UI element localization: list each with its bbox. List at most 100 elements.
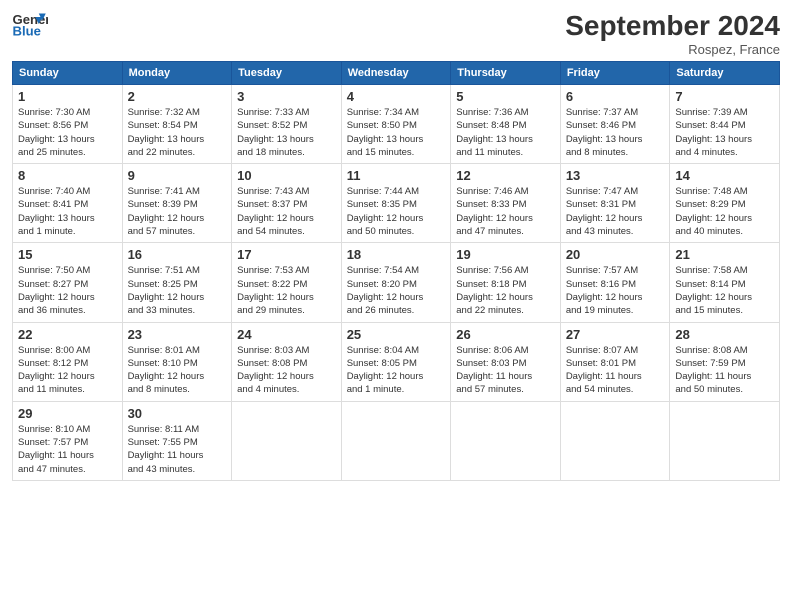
table-row: 23 Sunrise: 8:01 AM Sunset: 8:10 PM Dayl… [122, 322, 232, 401]
day-info: Sunrise: 7:57 AM Sunset: 8:16 PM Dayligh… [566, 264, 665, 317]
table-row: 12 Sunrise: 7:46 AM Sunset: 8:33 PM Dayl… [451, 164, 561, 243]
table-row: 22 Sunrise: 8:00 AM Sunset: 8:12 PM Dayl… [13, 322, 123, 401]
table-row: 10 Sunrise: 7:43 AM Sunset: 8:37 PM Dayl… [232, 164, 342, 243]
day-info: Sunrise: 7:58 AM Sunset: 8:14 PM Dayligh… [675, 264, 774, 317]
table-row: 21 Sunrise: 7:58 AM Sunset: 8:14 PM Dayl… [670, 243, 780, 322]
logo-icon: General Blue [12, 10, 48, 38]
day-number: 8 [18, 168, 117, 183]
col-wednesday: Wednesday [341, 62, 451, 85]
day-info: Sunrise: 8:04 AM Sunset: 8:05 PM Dayligh… [347, 344, 446, 397]
calendar-week-row: 8 Sunrise: 7:40 AM Sunset: 8:41 PM Dayli… [13, 164, 780, 243]
table-row: 19 Sunrise: 7:56 AM Sunset: 8:18 PM Dayl… [451, 243, 561, 322]
day-number: 2 [128, 89, 227, 104]
table-row: 11 Sunrise: 7:44 AM Sunset: 8:35 PM Dayl… [341, 164, 451, 243]
table-row: 27 Sunrise: 8:07 AM Sunset: 8:01 PM Dayl… [560, 322, 670, 401]
table-row: 30 Sunrise: 8:11 AM Sunset: 7:55 PM Dayl… [122, 401, 232, 480]
day-info: Sunrise: 8:03 AM Sunset: 8:08 PM Dayligh… [237, 344, 336, 397]
day-info: Sunrise: 7:48 AM Sunset: 8:29 PM Dayligh… [675, 185, 774, 238]
table-row: 3 Sunrise: 7:33 AM Sunset: 8:52 PM Dayli… [232, 85, 342, 164]
table-row: 25 Sunrise: 8:04 AM Sunset: 8:05 PM Dayl… [341, 322, 451, 401]
location: Rospez, France [565, 42, 780, 57]
day-info: Sunrise: 7:41 AM Sunset: 8:39 PM Dayligh… [128, 185, 227, 238]
day-number: 15 [18, 247, 117, 262]
table-row: 1 Sunrise: 7:30 AM Sunset: 8:56 PM Dayli… [13, 85, 123, 164]
calendar-week-row: 15 Sunrise: 7:50 AM Sunset: 8:27 PM Dayl… [13, 243, 780, 322]
table-row: 15 Sunrise: 7:50 AM Sunset: 8:27 PM Dayl… [13, 243, 123, 322]
calendar-week-row: 22 Sunrise: 8:00 AM Sunset: 8:12 PM Dayl… [13, 322, 780, 401]
day-info: Sunrise: 7:47 AM Sunset: 8:31 PM Dayligh… [566, 185, 665, 238]
day-info: Sunrise: 7:34 AM Sunset: 8:50 PM Dayligh… [347, 106, 446, 159]
svg-text:Blue: Blue [13, 23, 41, 38]
day-info: Sunrise: 8:01 AM Sunset: 8:10 PM Dayligh… [128, 344, 227, 397]
day-info: Sunrise: 7:43 AM Sunset: 8:37 PM Dayligh… [237, 185, 336, 238]
day-number: 20 [566, 247, 665, 262]
table-row: 5 Sunrise: 7:36 AM Sunset: 8:48 PM Dayli… [451, 85, 561, 164]
day-number: 10 [237, 168, 336, 183]
table-row: 6 Sunrise: 7:37 AM Sunset: 8:46 PM Dayli… [560, 85, 670, 164]
day-info: Sunrise: 8:11 AM Sunset: 7:55 PM Dayligh… [128, 423, 227, 476]
day-info: Sunrise: 7:50 AM Sunset: 8:27 PM Dayligh… [18, 264, 117, 317]
day-number: 18 [347, 247, 446, 262]
day-number: 28 [675, 327, 774, 342]
day-info: Sunrise: 7:53 AM Sunset: 8:22 PM Dayligh… [237, 264, 336, 317]
day-number: 11 [347, 168, 446, 183]
day-info: Sunrise: 7:54 AM Sunset: 8:20 PM Dayligh… [347, 264, 446, 317]
day-info: Sunrise: 7:32 AM Sunset: 8:54 PM Dayligh… [128, 106, 227, 159]
table-row: 14 Sunrise: 7:48 AM Sunset: 8:29 PM Dayl… [670, 164, 780, 243]
day-number: 29 [18, 406, 117, 421]
col-tuesday: Tuesday [232, 62, 342, 85]
day-number: 26 [456, 327, 555, 342]
table-row: 7 Sunrise: 7:39 AM Sunset: 8:44 PM Dayli… [670, 85, 780, 164]
table-row: 26 Sunrise: 8:06 AM Sunset: 8:03 PM Dayl… [451, 322, 561, 401]
table-row: 29 Sunrise: 8:10 AM Sunset: 7:57 PM Dayl… [13, 401, 123, 480]
day-info: Sunrise: 7:30 AM Sunset: 8:56 PM Dayligh… [18, 106, 117, 159]
day-number: 17 [237, 247, 336, 262]
table-row: 13 Sunrise: 7:47 AM Sunset: 8:31 PM Dayl… [560, 164, 670, 243]
table-row [670, 401, 780, 480]
day-info: Sunrise: 7:37 AM Sunset: 8:46 PM Dayligh… [566, 106, 665, 159]
table-row: 20 Sunrise: 7:57 AM Sunset: 8:16 PM Dayl… [560, 243, 670, 322]
day-info: Sunrise: 8:06 AM Sunset: 8:03 PM Dayligh… [456, 344, 555, 397]
day-info: Sunrise: 8:00 AM Sunset: 8:12 PM Dayligh… [18, 344, 117, 397]
day-info: Sunrise: 7:40 AM Sunset: 8:41 PM Dayligh… [18, 185, 117, 238]
table-row: 4 Sunrise: 7:34 AM Sunset: 8:50 PM Dayli… [341, 85, 451, 164]
col-thursday: Thursday [451, 62, 561, 85]
day-number: 12 [456, 168, 555, 183]
table-row: 8 Sunrise: 7:40 AM Sunset: 8:41 PM Dayli… [13, 164, 123, 243]
header: General Blue September 2024 Rospez, Fran… [12, 10, 780, 57]
calendar-week-row: 29 Sunrise: 8:10 AM Sunset: 7:57 PM Dayl… [13, 401, 780, 480]
day-info: Sunrise: 8:07 AM Sunset: 8:01 PM Dayligh… [566, 344, 665, 397]
day-info: Sunrise: 7:46 AM Sunset: 8:33 PM Dayligh… [456, 185, 555, 238]
calendar-week-row: 1 Sunrise: 7:30 AM Sunset: 8:56 PM Dayli… [13, 85, 780, 164]
table-row: 9 Sunrise: 7:41 AM Sunset: 8:39 PM Dayli… [122, 164, 232, 243]
day-number: 25 [347, 327, 446, 342]
day-info: Sunrise: 8:10 AM Sunset: 7:57 PM Dayligh… [18, 423, 117, 476]
col-friday: Friday [560, 62, 670, 85]
page-container: General Blue September 2024 Rospez, Fran… [0, 0, 792, 491]
day-number: 16 [128, 247, 227, 262]
day-info: Sunrise: 7:56 AM Sunset: 8:18 PM Dayligh… [456, 264, 555, 317]
title-area: September 2024 Rospez, France [565, 10, 780, 57]
day-number: 6 [566, 89, 665, 104]
day-number: 27 [566, 327, 665, 342]
day-number: 19 [456, 247, 555, 262]
day-number: 21 [675, 247, 774, 262]
day-number: 1 [18, 89, 117, 104]
day-number: 13 [566, 168, 665, 183]
day-number: 30 [128, 406, 227, 421]
day-number: 14 [675, 168, 774, 183]
day-info: Sunrise: 7:51 AM Sunset: 8:25 PM Dayligh… [128, 264, 227, 317]
table-row: 16 Sunrise: 7:51 AM Sunset: 8:25 PM Dayl… [122, 243, 232, 322]
table-row [451, 401, 561, 480]
col-saturday: Saturday [670, 62, 780, 85]
day-number: 24 [237, 327, 336, 342]
day-number: 3 [237, 89, 336, 104]
table-row: 17 Sunrise: 7:53 AM Sunset: 8:22 PM Dayl… [232, 243, 342, 322]
day-number: 4 [347, 89, 446, 104]
day-number: 22 [18, 327, 117, 342]
day-number: 9 [128, 168, 227, 183]
day-info: Sunrise: 7:36 AM Sunset: 8:48 PM Dayligh… [456, 106, 555, 159]
logo: General Blue [12, 10, 48, 38]
col-sunday: Sunday [13, 62, 123, 85]
day-number: 23 [128, 327, 227, 342]
